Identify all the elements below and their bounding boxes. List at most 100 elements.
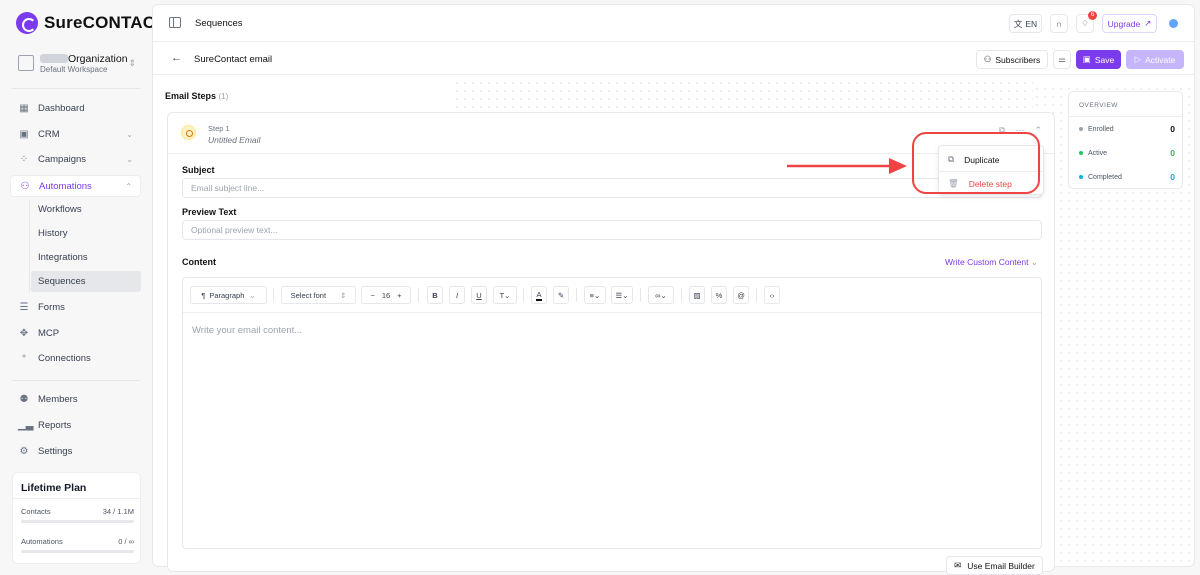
chevron-down-icon: ⌄ (1030, 257, 1038, 267)
gear-icon: ⚙ (19, 445, 29, 457)
chevron-up-icon[interactable]: ⌃ (1034, 125, 1042, 136)
overview-row-active: Active 0 (1079, 148, 1175, 158)
sidebar-item-campaigns[interactable]: ⁘ Campaigns ⌄ (10, 148, 141, 170)
chevron-up-icon: ⌃ (125, 181, 132, 191)
divider (12, 380, 140, 381)
sidebar-subitem-workflows[interactable]: Workflows (31, 199, 141, 220)
sidebar-item-reports[interactable]: ▁▃ Reports (10, 414, 141, 436)
use-email-builder-button[interactable]: ✉ Use Email Builder (946, 556, 1043, 575)
sidebar-item-members[interactable]: ⚉ Members (10, 388, 141, 410)
list-icon: ☰⌄ (615, 290, 629, 300)
overview-row-completed: Completed 0 (1079, 172, 1175, 182)
sidebar-item-crm[interactable]: ▣ CRM ⌄ (10, 123, 141, 145)
text-style-button[interactable]: T⌄ (493, 286, 517, 304)
highlighter-icon: ✎ (557, 290, 565, 300)
italic-button[interactable]: I (449, 286, 465, 304)
minus-icon[interactable]: − (370, 291, 374, 300)
paragraph-select[interactable]: ¶ Paragraph ⌄ (190, 286, 267, 304)
bold-icon: B (432, 290, 438, 300)
toolbar-divider (640, 288, 641, 302)
overview-value: 0 (1170, 124, 1175, 134)
sidebar-subitem-history[interactable]: History (31, 223, 141, 244)
redacted-org-prefix (40, 54, 68, 64)
upgrade-label: Upgrade (1107, 18, 1141, 29)
mention-button[interactable]: @ (733, 286, 749, 304)
sidebar-item-connections[interactable]: ⁺ Connections (10, 347, 141, 369)
toolbar-divider (681, 288, 682, 302)
sidebar-subitem-integrations[interactable]: Integrations (31, 247, 141, 268)
email-steps-heading: Email Steps (1) (165, 91, 228, 101)
reports-icon: ▁▃ (18, 419, 34, 431)
pilcrow-icon: ¶ (201, 290, 206, 300)
preview-text-input[interactable]: Optional preview text... (182, 220, 1042, 240)
step-number: Step 1 (208, 124, 230, 133)
overview-label: Completed (1088, 173, 1122, 181)
sequence-header: ← SureContact email ⚇ Subscribers ⚌ ▣ Save… (153, 43, 1194, 75)
link-button[interactable]: ∞⌄ (648, 286, 674, 304)
back-arrow-icon[interactable]: ← (171, 52, 182, 64)
plan-card: Lifetime Plan Contacts 34 / 1.1M Automati… (12, 472, 141, 564)
organization-switcher[interactable]: Organization Default Workspace ⇕ (12, 48, 140, 78)
image-button[interactable]: ▨ (689, 286, 705, 304)
overview-label: Active (1088, 149, 1108, 157)
contacts-label: Contacts (21, 507, 51, 516)
align-button[interactable]: ≡⌄ (584, 286, 606, 304)
upgrade-button[interactable]: Upgrade ↗ (1102, 14, 1157, 33)
sidebar-toggle-icon[interactable] (169, 17, 181, 28)
subscribers-label: Subscribers (995, 54, 1041, 65)
at-sign-icon: @ (737, 290, 745, 300)
bell-icon: ♢ (1081, 18, 1089, 28)
save-button[interactable]: ▣ Save (1076, 50, 1121, 69)
align-left-icon: ≡⌄ (589, 290, 601, 300)
sliders-icon: ⚌ (1058, 54, 1066, 64)
toolbar-divider (523, 288, 524, 302)
sidebar-item-settings[interactable]: ⚙ Settings (10, 440, 141, 462)
bold-button[interactable]: B (427, 286, 443, 304)
activate-button[interactable]: ▷ Activate (1126, 50, 1184, 69)
sidebar-item-label: Automations (39, 180, 92, 192)
sidebar-subitem-sequences[interactable]: Sequences (31, 271, 141, 292)
list-button[interactable]: ☰⌄ (611, 286, 633, 304)
email-content-editor[interactable]: ¶ Paragraph ⌄ Select font ⇕ −16 + B I U T⌄ A… (182, 277, 1042, 549)
sequence-title: SureContact email (194, 54, 273, 65)
automations-usage-bar (21, 550, 134, 553)
plan-contacts-row: Contacts 34 / 1.1M (21, 507, 134, 516)
language-selector[interactable]: 文 EN (1009, 14, 1042, 33)
text-color-button[interactable]: A (531, 286, 547, 304)
status-dot (1079, 175, 1083, 179)
preview-text-label: Preview Text (182, 207, 237, 217)
support-button[interactable]: ∩ (1050, 14, 1068, 33)
write-custom-content-link[interactable]: Write Custom Content ⌄ (945, 257, 1038, 268)
code-button[interactable]: ‹› (764, 286, 780, 304)
plus-icon[interactable]: + (397, 291, 401, 300)
sidebar-item-label: Members (38, 393, 78, 405)
font-label: Select font (290, 290, 327, 300)
personalization-icon: % (715, 290, 723, 300)
surecontact-logo-icon (16, 12, 38, 34)
building-icon (18, 55, 34, 71)
personalization-button[interactable]: % (711, 286, 727, 304)
headset-icon: ∩ (1055, 18, 1063, 29)
toolbar-divider (418, 288, 419, 302)
sidebar-item-forms[interactable]: ☰ Forms (10, 296, 141, 318)
font-size-stepper[interactable]: −16 + (361, 286, 411, 304)
email-steps-label: Email Steps (165, 91, 217, 101)
profile-avatar-icon[interactable] (1169, 19, 1178, 28)
text-style-icon: T⌄ (499, 290, 511, 300)
subscribers-button[interactable]: ⚇ Subscribers (976, 50, 1048, 69)
email-steps-count: (1) (218, 92, 229, 101)
underline-button[interactable]: U (471, 286, 487, 304)
font-size-value: 16 (381, 290, 391, 300)
plan-automations-row: Automations 0 / ∞ (21, 537, 134, 546)
sidebar-item-dashboard[interactable]: ▦ Dashboard (10, 97, 141, 119)
highlight-button[interactable]: ✎ (553, 286, 569, 304)
top-bar: Sequences 文 EN ∩ ♢ 6 Upgrade ↗ (153, 5, 1194, 42)
font-select[interactable]: Select font ⇕ (281, 286, 356, 304)
notifications-button[interactable]: ♢ 6 (1076, 11, 1097, 33)
sidebar-item-label: Dashboard (38, 102, 85, 114)
image-icon: ▨ (693, 290, 701, 300)
sidebar-item-mcp[interactable]: ✥ MCP (10, 322, 141, 344)
sidebar-item-automations[interactable]: ⚇ Automations ⌃ (10, 175, 141, 197)
brand-logo[interactable]: SureCONTACT (16, 12, 166, 34)
settings-sliders-button[interactable]: ⚌ (1053, 50, 1071, 69)
